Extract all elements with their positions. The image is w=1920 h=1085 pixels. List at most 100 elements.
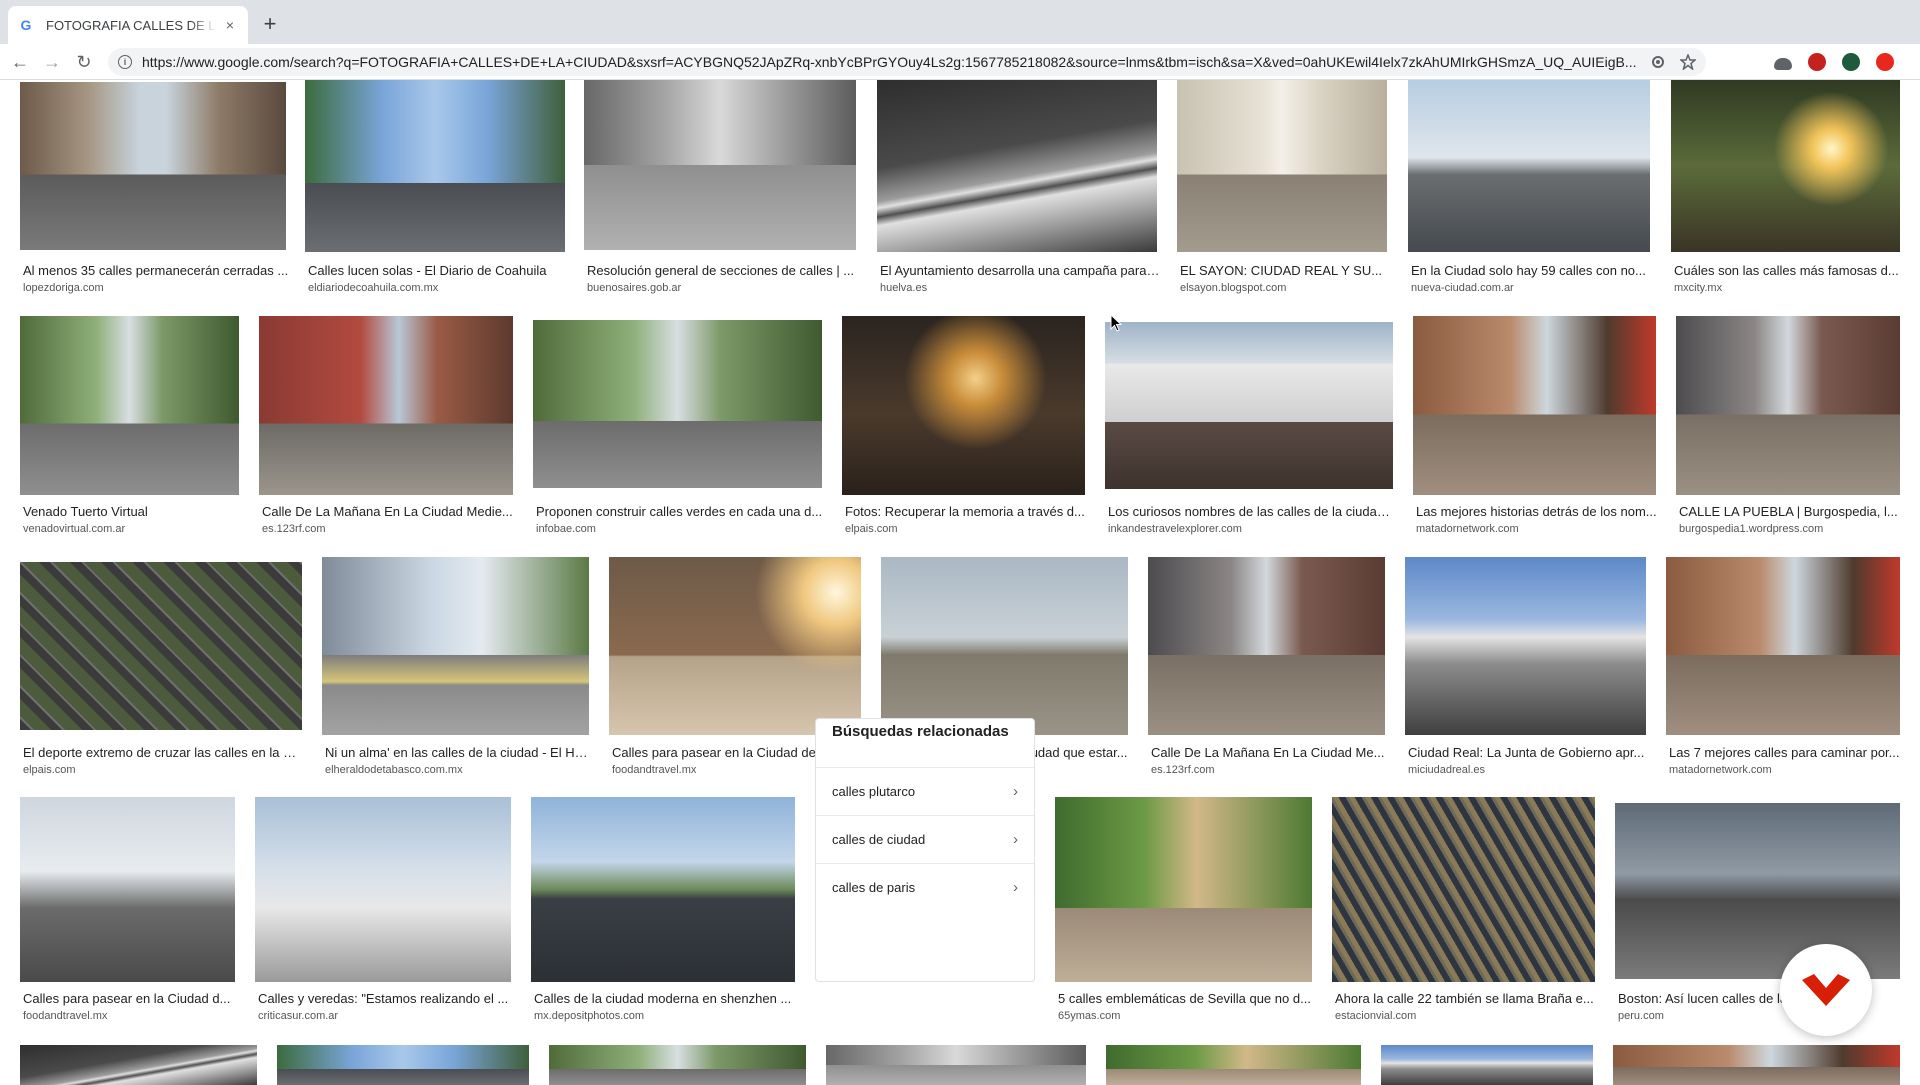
result-title[interactable]: Ahora la calle 22 también se llama Braña… (1335, 991, 1598, 1006)
image-result[interactable]: Calles y veredas: "Estamos realizando el… (255, 797, 511, 1027)
result-title[interactable]: Calle De La Mañana En La Ciudad Me... (1151, 745, 1388, 760)
result-title[interactable]: Calles lucen solas - El Diario de Coahui… (308, 263, 568, 278)
result-thumbnail[interactable] (1676, 316, 1900, 495)
url-text[interactable]: https://www.google.com/search?q=FOTOGRAF… (142, 54, 1638, 70)
back-button[interactable]: ← (8, 50, 32, 74)
result-title[interactable]: Las mejores historias detrás de los nom.… (1416, 504, 1659, 519)
image-result[interactable]: Calles de la ciudad moderna en shenzhen … (531, 797, 795, 1027)
result-thumbnail[interactable] (1671, 80, 1900, 252)
image-result[interactable]: Calles para pasear en la Ciudad d... foo… (20, 797, 235, 1027)
result-source[interactable]: eldiariodecoahuila.com.mx (308, 282, 568, 294)
result-source[interactable]: elpais.com (845, 523, 1088, 535)
result-thumbnail[interactable] (20, 316, 239, 495)
new-tab-button[interactable]: + (258, 11, 282, 36)
result-title[interactable]: Al menos 35 calles permanecerán cerradas… (23, 263, 289, 278)
image-result[interactable]: Resolución general de secciones de calle… (584, 80, 856, 300)
image-result[interactable]: El Ayuntamiento desarrolla una campaña p… (877, 80, 1160, 300)
result-title[interactable]: En la Ciudad solo hay 59 calles con no..… (1411, 263, 1653, 278)
result-thumbnail[interactable] (1408, 80, 1650, 252)
tab-active[interactable]: G FOTOGRAFIA CALLES DE LA CIUDAD × (8, 6, 248, 44)
image-result[interactable]: Calle De La Mañana En La Ciudad Medie...… (259, 316, 513, 538)
image-result[interactable]: CALLE LA PUEBLA | Burgospedia, l... burg… (1676, 316, 1900, 538)
result-title[interactable]: CALLE LA PUEBLA | Burgospedia, l... (1679, 504, 1903, 519)
reload-button[interactable]: ↻ (72, 50, 96, 74)
address-bar[interactable]: i https://www.google.com/search?q=FOTOGR… (108, 48, 1706, 76)
result-thumbnail[interactable] (609, 557, 861, 735)
image-result[interactable]: EL SAYON: CIUDAD REAL Y SU... elsayon.bl… (1177, 80, 1387, 300)
result-source[interactable]: nueva-ciudad.com.ar (1411, 282, 1653, 294)
result-thumbnail[interactable] (842, 316, 1085, 495)
image-result[interactable]: Ciudad Real: La Junta de Gobierno apr...… (1405, 557, 1646, 779)
result-source[interactable]: matadornetwork.com (1416, 523, 1659, 535)
result-source[interactable]: elheraldodetabasco.com.mx (325, 764, 592, 776)
result-thumbnail[interactable] (549, 1045, 806, 1085)
result-thumbnail[interactable] (1148, 557, 1385, 735)
result-thumbnail[interactable] (584, 80, 856, 250)
image-result[interactable]: Calle De La Mañana En La Ciudad Me... es… (1148, 557, 1385, 779)
result-title[interactable]: Las 7 mejores calles para caminar por... (1669, 745, 1903, 760)
image-result[interactable]: Proponen construir calles verdes en cada… (533, 316, 822, 538)
result-thumbnail[interactable] (826, 1045, 1086, 1085)
result-source[interactable]: 65ymas.com (1058, 1010, 1315, 1022)
image-result[interactable]: Ahora la calle 22 también se llama Braña… (1332, 797, 1595, 1027)
result-source[interactable]: inkandestravelexplorer.com (1108, 523, 1396, 535)
star-icon[interactable] (1680, 54, 1696, 70)
floating-logo-badge[interactable] (1780, 944, 1872, 1036)
result-thumbnail[interactable] (1177, 80, 1387, 252)
result-title[interactable]: Calles de la ciudad moderna en shenzhen … (534, 991, 798, 1006)
image-result[interactable]: Las 7 mejores calles para caminar por...… (1666, 557, 1900, 779)
result-source[interactable]: estacionvial.com (1335, 1010, 1598, 1022)
result-thumbnail[interactable] (1332, 797, 1595, 982)
result-source[interactable]: elsayon.blogspot.com (1180, 282, 1390, 294)
image-result[interactable]: Calles lucen solas - El Diario de Coahui… (305, 80, 565, 300)
adblock-extension-icon[interactable] (1808, 53, 1826, 71)
related-search-item[interactable]: calles de paris › (816, 863, 1034, 911)
result-source[interactable]: criticasur.com.ar (258, 1010, 514, 1022)
result-source[interactable]: es.123rf.com (262, 523, 516, 535)
result-thumbnail[interactable] (1613, 1045, 1900, 1085)
result-source[interactable]: miciudadreal.es (1408, 764, 1649, 776)
location-icon[interactable] (1650, 54, 1666, 70)
cloud-extension-icon[interactable] (1774, 58, 1792, 70)
result-thumbnail[interactable] (877, 80, 1157, 252)
image-result[interactable]: Los curiosos nombres de las calles de la… (1105, 316, 1396, 538)
result-title[interactable]: El Ayuntamiento desarrolla una campaña p… (880, 263, 1160, 278)
result-source[interactable]: infobae.com (536, 523, 825, 535)
result-thumbnail[interactable] (255, 797, 511, 982)
result-thumbnail[interactable] (1106, 1045, 1361, 1085)
result-title[interactable]: Los curiosos nombres de las calles de la… (1108, 504, 1396, 519)
result-title[interactable]: Calles y veredas: "Estamos realizando el… (258, 991, 514, 1006)
result-title[interactable]: Ciudad Real: La Junta de Gobierno apr... (1408, 745, 1649, 760)
related-search-item[interactable]: calles de ciudad › (816, 815, 1034, 863)
close-tab-icon[interactable]: × (222, 17, 238, 33)
profile-extension-icon[interactable] (1842, 53, 1860, 71)
result-title[interactable]: Proponen construir calles verdes en cada… (536, 504, 825, 519)
result-title[interactable]: Fotos: Recuperar la memoria a través d..… (845, 504, 1088, 519)
result-thumbnail[interactable] (1405, 557, 1646, 735)
result-source[interactable]: lopezdoriga.com (23, 282, 289, 294)
related-search-item[interactable]: calles plutarco › (816, 767, 1034, 815)
result-source[interactable]: foodandtravel.mx (23, 1010, 238, 1022)
image-result[interactable]: Venado Tuerto Virtual venadovirtual.com.… (20, 316, 239, 538)
result-thumbnail[interactable] (531, 797, 795, 982)
result-thumbnail[interactable] (1055, 797, 1312, 982)
result-thumbnail[interactable] (1413, 316, 1656, 495)
result-thumbnail[interactable] (20, 797, 235, 982)
result-thumbnail[interactable] (881, 557, 1128, 735)
result-thumbnail[interactable] (20, 562, 302, 730)
result-source[interactable]: buenosaires.gob.ar (587, 282, 859, 294)
result-title[interactable]: 5 calles emblemáticas de Sevilla que no … (1058, 991, 1315, 1006)
result-title[interactable]: Calles para pasear en la Ciudad d... (23, 991, 238, 1006)
result-source[interactable]: mx.depositphotos.com (534, 1010, 798, 1022)
image-result[interactable]: El deporte extremo de cruzar las calles … (20, 557, 305, 779)
result-source[interactable]: matadornetwork.com (1669, 764, 1903, 776)
result-source[interactable]: venadovirtual.com.ar (23, 523, 242, 535)
result-thumbnail[interactable] (305, 80, 565, 252)
result-title[interactable]: El deporte extremo de cruzar las calles … (23, 745, 305, 760)
image-result[interactable]: Ni un alma' en las calles de la ciudad -… (322, 557, 592, 779)
image-result[interactable]: Cuáles son las calles más famosas d... m… (1671, 80, 1900, 300)
image-result[interactable]: En la Ciudad solo hay 59 calles con no..… (1408, 80, 1650, 300)
result-thumbnail[interactable] (322, 557, 589, 735)
result-source[interactable]: elpais.com (23, 764, 305, 776)
result-thumbnail[interactable] (1105, 322, 1393, 489)
